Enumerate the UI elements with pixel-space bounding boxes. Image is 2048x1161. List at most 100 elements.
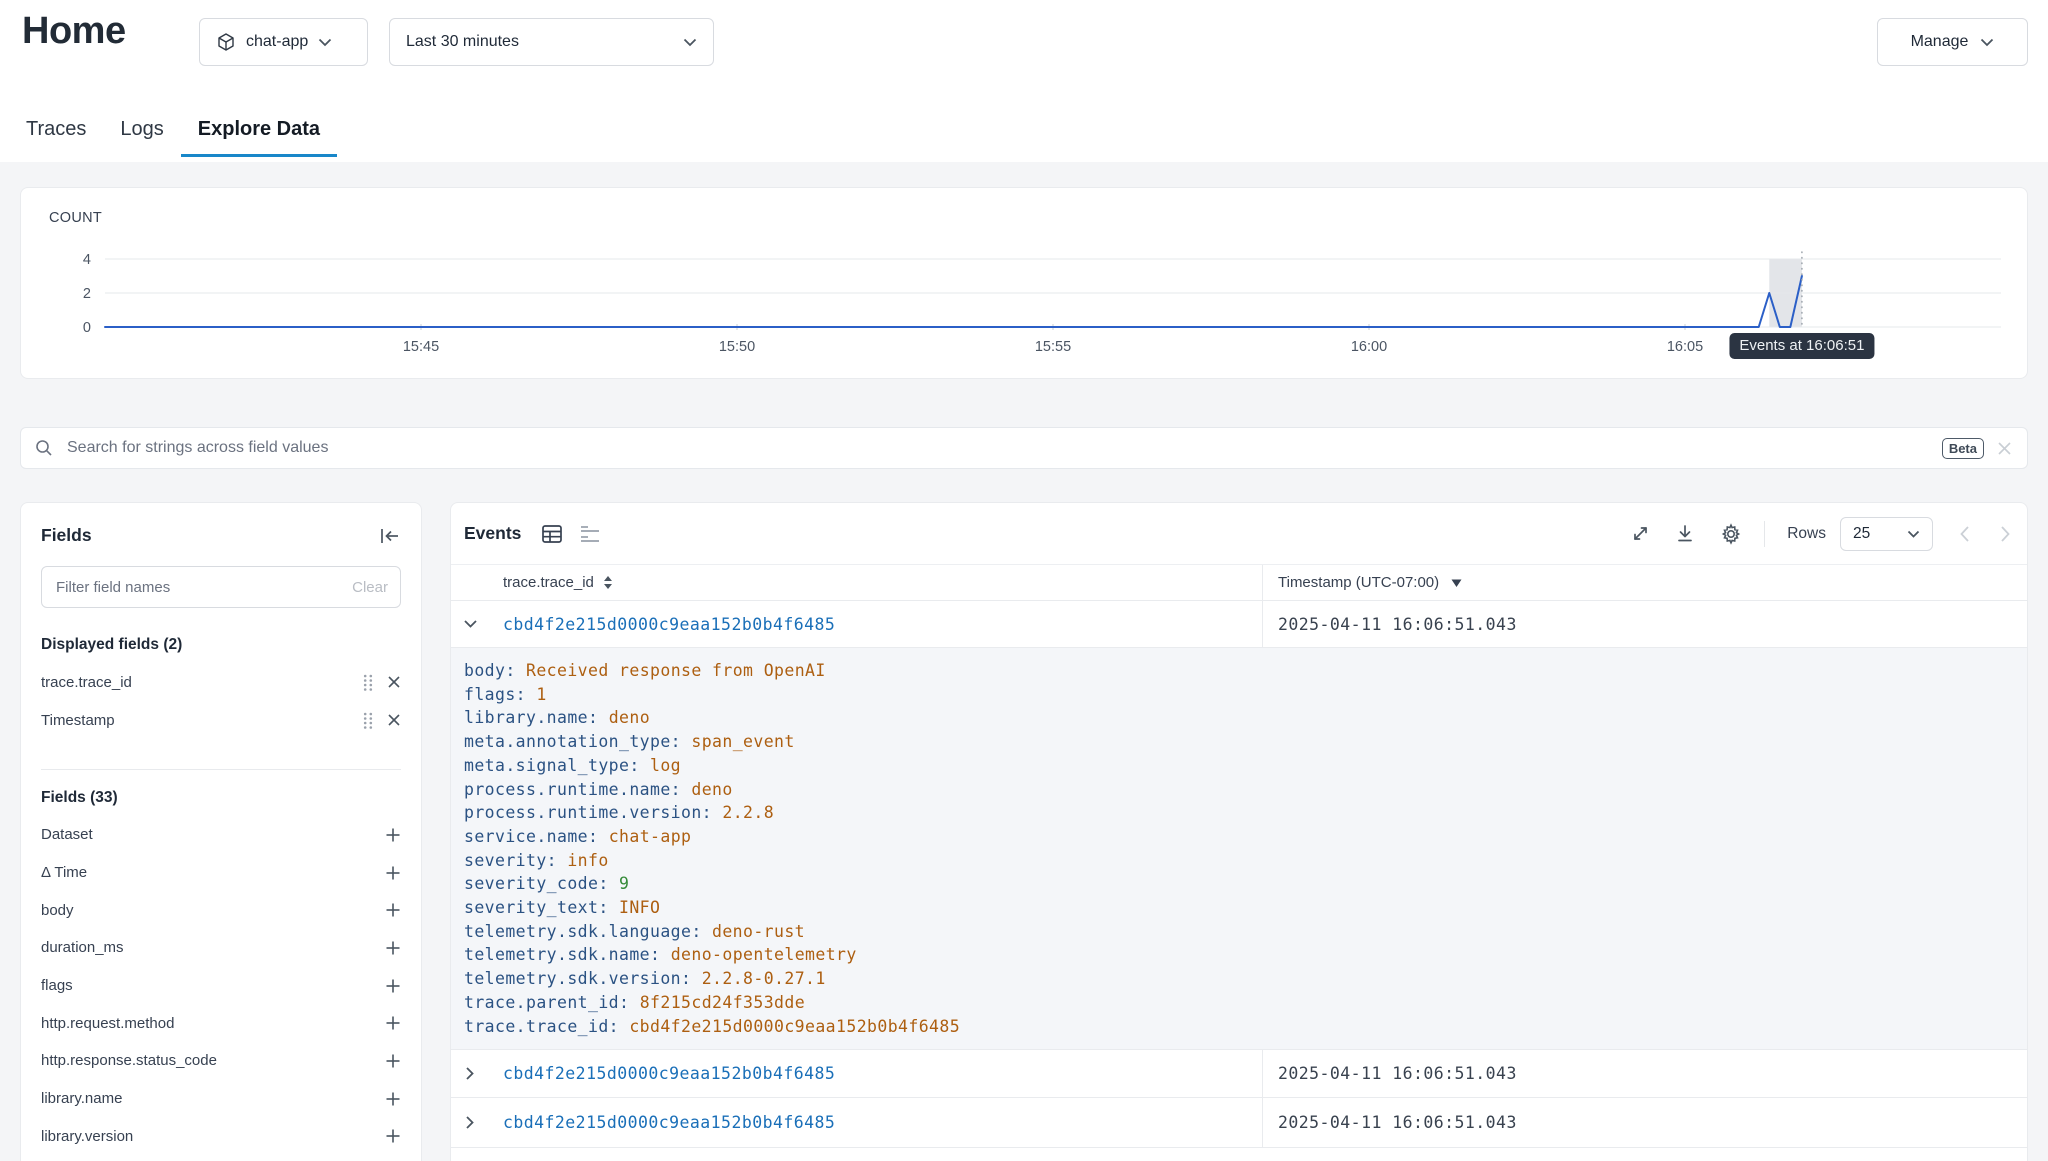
trace-id-link[interactable]: cbd4f2e215d0000c9eaa152b0b4f6485 [489,1098,1263,1147]
list-view-icon[interactable] [579,524,601,544]
svg-text:16:00: 16:00 [1351,339,1387,355]
event-detail-block: body: Received response from OpenAIflags… [451,648,2027,1050]
field-label: flags [41,977,385,994]
settings-gear-icon[interactable] [1720,523,1742,545]
field-row[interactable]: http.request.method [41,1004,401,1042]
event-attribute: trace.parent_id: 8f215cd24f353dde [464,991,2027,1015]
displayed-field-label: trace.trace_id [41,674,363,691]
field-row[interactable]: library.name [41,1080,401,1118]
chevron-down-icon [318,38,332,47]
event-attribute: telemetry.sdk.version: 2.2.8-0.27.1 [464,967,2027,991]
displayed-field-label: Timestamp [41,712,363,729]
search-input[interactable] [65,438,1930,458]
drag-handle-icon[interactable] [363,674,373,691]
sidebar-divider [41,769,401,770]
table-row[interactable]: cbd4f2e215d0000c9eaa152b0b4f6485 2025-04… [451,601,2027,648]
add-field-icon[interactable] [385,1015,401,1031]
manage-button[interactable]: Manage [1877,18,2028,66]
time-range-dropdown[interactable]: Last 30 minutes [389,18,714,66]
field-label: duration_ms [41,939,385,956]
drag-handle-icon[interactable] [363,712,373,729]
field-row[interactable]: http.response.status_code [41,1042,401,1080]
column-header-timestamp[interactable]: Timestamp (UTC-07:00) [1263,565,2027,600]
next-page-icon[interactable] [2000,525,2011,543]
event-attribute: severity_code: 9 [464,872,2027,896]
attribute-value: log [650,756,681,775]
attribute-key: flags: [464,685,536,704]
package-icon [216,32,236,52]
collapse-row-icon[interactable] [451,601,489,647]
event-attribute: flags: 1 [464,683,2027,707]
add-field-icon[interactable] [385,902,401,918]
tab-logs[interactable]: Logs [103,118,180,157]
attribute-key: library.name: [464,708,609,727]
expand-row-icon[interactable] [451,1050,489,1097]
app-root: Home chat-app Last 30 minutes Manage Tra… [0,0,2048,1161]
event-attribute: service.name: chat-app [464,825,2027,849]
event-attribute: process.runtime.name: deno [464,778,2027,802]
field-row[interactable]: Dataset [41,816,401,854]
clear-filter-button[interactable]: Clear [352,579,388,596]
rows-per-page-value: 25 [1853,525,1870,543]
tab-traces[interactable]: Traces [9,118,103,157]
add-field-icon[interactable] [385,865,401,881]
close-search-icon[interactable] [1996,440,2013,457]
field-label: library.name [41,1090,385,1107]
add-field-icon[interactable] [385,1128,401,1144]
fields-panel-title: Fields [41,525,92,546]
toolbar-divider [1764,521,1765,547]
download-icon[interactable] [1676,524,1694,543]
dataset-dropdown[interactable]: chat-app [199,18,368,66]
add-field-icon[interactable] [385,978,401,994]
attribute-value: span_event [691,732,794,751]
rows-per-page-select[interactable]: 25 [1840,517,1933,551]
sort-desc-icon[interactable] [1451,579,1462,587]
field-label: http.response.status_code [41,1052,385,1069]
field-row[interactable]: body [41,891,401,929]
table-view-icon[interactable] [541,524,563,544]
field-row[interactable]: Δ Time [41,854,401,892]
collapse-sidebar-icon[interactable] [379,527,401,545]
field-row[interactable]: flags [41,967,401,1005]
timestamp-cell: 2025-04-11 16:06:51.043 [1263,601,2027,647]
remove-field-icon[interactable] [387,675,401,689]
expand-panel-icon[interactable] [1631,524,1650,543]
attribute-key: telemetry.sdk.language: [464,922,712,941]
trace-id-link[interactable]: cbd4f2e215d0000c9eaa152b0b4f6485 [489,601,1263,647]
count-line-chart[interactable]: 02415:4515:5015:5516:0016:05 [21,188,2029,380]
page-title: Home [22,10,126,53]
trace-id-link[interactable]: cbd4f2e215d0000c9eaa152b0b4f6485 [489,1050,1263,1097]
column-header-trace-id-label: trace.trace_id [503,574,594,591]
timestamp-cell: 2025-04-11 16:06:51.043 [1263,1098,2027,1147]
sort-icon[interactable] [603,575,613,590]
displayed-fields-header: Displayed fields (2) [41,636,401,656]
add-field-icon[interactable] [385,1091,401,1107]
expander-column-header [451,565,489,600]
add-field-icon[interactable] [385,1053,401,1069]
svg-text:4: 4 [83,252,91,268]
field-filter-input[interactable] [54,578,352,597]
table-row[interactable]: cbd4f2e215d0000c9eaa152b0b4f6485 2025-04… [451,1098,2027,1148]
field-label: body [41,902,385,919]
attribute-value: INFO [619,898,660,917]
event-attribute: meta.signal_type: log [464,754,2027,778]
field-row[interactable]: duration_ms [41,929,401,967]
chevron-down-icon [683,38,697,47]
field-filter-box: Clear [41,566,401,608]
attribute-key: trace.parent_id: [464,993,640,1012]
table-row[interactable]: cbd4f2e215d0000c9eaa152b0b4f6485 2025-04… [451,1050,2027,1098]
event-attribute: meta.annotation_type: span_event [464,730,2027,754]
field-label: library.version [41,1128,385,1145]
column-header-trace-id[interactable]: trace.trace_id [489,565,1263,600]
attribute-value: deno-rust [712,922,805,941]
previous-page-icon[interactable] [1959,525,1970,543]
events-toolbar: Events [451,503,2027,565]
expand-row-icon[interactable] [451,1098,489,1147]
field-row[interactable]: library.version [41,1118,401,1156]
remove-field-icon[interactable] [387,713,401,727]
tab-explore-data[interactable]: Explore Data [181,118,337,157]
fields-sidebar: Fields Clear Displayed fields (2) trace.… [20,502,422,1161]
add-field-icon[interactable] [385,827,401,843]
attribute-key: severity_text: [464,898,619,917]
add-field-icon[interactable] [385,940,401,956]
